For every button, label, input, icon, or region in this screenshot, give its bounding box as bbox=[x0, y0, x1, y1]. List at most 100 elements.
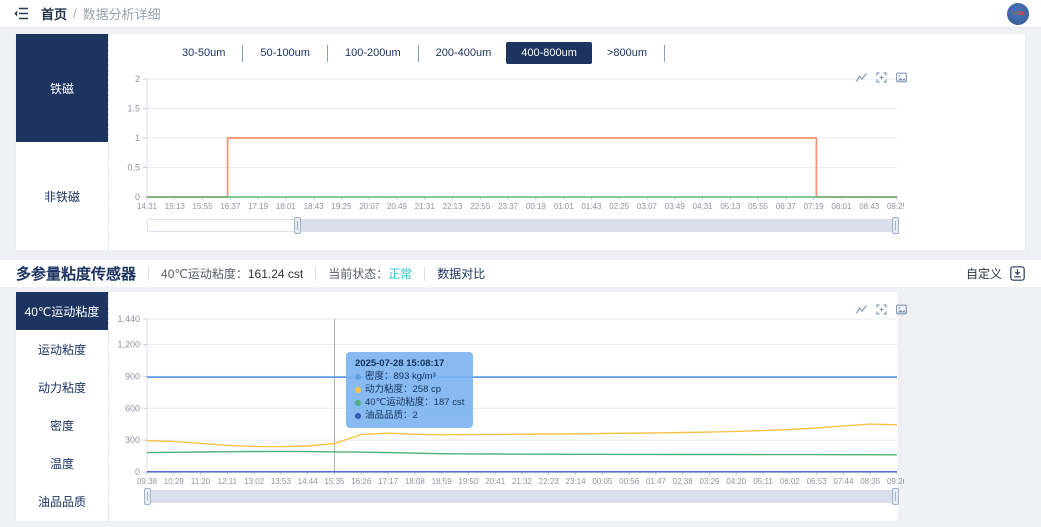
svg-text:01:43: 01:43 bbox=[581, 202, 602, 211]
y-axis-labels: 0 0.5 1 1.5 2 bbox=[127, 74, 147, 202]
svg-text:08:35: 08:35 bbox=[860, 477, 881, 486]
datazoom-slider[interactable] bbox=[147, 217, 899, 234]
datazoom-window[interactable] bbox=[297, 220, 896, 231]
datazoom-handle-left[interactable] bbox=[144, 488, 151, 505]
metric-value: 161.24 cst bbox=[247, 267, 304, 281]
metric-item-temperature[interactable]: 温度 bbox=[16, 445, 108, 483]
svg-text:19:25: 19:25 bbox=[331, 202, 352, 211]
svg-text:03:49: 03:49 bbox=[665, 202, 686, 211]
line-chart-icon[interactable] bbox=[855, 302, 867, 320]
metric-item-density[interactable]: 密度 bbox=[16, 407, 108, 445]
svg-text:1.5: 1.5 bbox=[127, 104, 140, 114]
divider bbox=[315, 266, 317, 281]
status-label: 当前状态： bbox=[328, 267, 389, 281]
svg-text:01:01: 01:01 bbox=[554, 202, 575, 211]
svg-text:01:47: 01:47 bbox=[646, 477, 667, 486]
datazoom-handle-left[interactable] bbox=[293, 217, 301, 234]
breadcrumb-current: 数据分析详细 bbox=[82, 7, 161, 22]
viscosity-header: 多参量粘度传感器 40℃运动粘度：161.24 cst 当前状态：正常 数据对比… bbox=[0, 260, 1041, 288]
particle-panel: 铁磁 非铁磁 30-50um 50-100um 100-200um 200-400um 4… bbox=[15, 33, 1026, 251]
status-badge: 正常 bbox=[388, 267, 413, 281]
svg-text:1,200: 1,200 bbox=[117, 340, 140, 350]
svg-text:15:13: 15:13 bbox=[165, 202, 186, 211]
svg-text:03:29: 03:29 bbox=[699, 477, 720, 486]
svg-text:06:02: 06:02 bbox=[780, 477, 801, 486]
panel-title: 多参量粘度传感器 bbox=[16, 266, 137, 283]
svg-text:17:19: 17:19 bbox=[248, 202, 269, 211]
metric-item-kinematic-viscosity[interactable]: 运动粘度 bbox=[16, 330, 108, 368]
svg-text:22:23: 22:23 bbox=[539, 477, 560, 486]
menu-fold-icon[interactable] bbox=[14, 7, 29, 20]
svg-text:0.5: 0.5 bbox=[127, 163, 140, 173]
data-compare-link[interactable]: 数据对比 bbox=[437, 265, 485, 282]
svg-text:00:56: 00:56 bbox=[619, 477, 640, 486]
metric-label: 40℃运动粘度： bbox=[161, 267, 248, 281]
tab-400-800um[interactable]: 400-800um bbox=[506, 42, 592, 64]
svg-text:20:07: 20:07 bbox=[359, 202, 380, 211]
svg-text:18:59: 18:59 bbox=[432, 477, 453, 486]
tab-30-50um[interactable]: 30-50um bbox=[167, 42, 240, 64]
tab-200-400um[interactable]: 200-400um bbox=[421, 42, 507, 64]
svg-text:16:37: 16:37 bbox=[220, 202, 241, 211]
save-image-icon[interactable] bbox=[896, 302, 907, 320]
box-select-icon[interactable] bbox=[876, 302, 887, 320]
viscosity-chart-svg: 0 300 600 900 1,200 1,440 09:38 10:29 11:20 12:11… bbox=[117, 314, 904, 486]
svg-text:05:55: 05:55 bbox=[748, 202, 769, 211]
svg-text:06:37: 06:37 bbox=[776, 202, 797, 211]
breadcrumb: 首页 / 数据分析详细 bbox=[41, 4, 161, 23]
svg-text:06:53: 06:53 bbox=[807, 477, 828, 486]
datazoom-slider[interactable] bbox=[144, 488, 899, 505]
datazoom-window[interactable] bbox=[148, 491, 896, 502]
particle-type-ferromagnetic[interactable]: 铁磁 bbox=[16, 34, 108, 142]
x-axis-labels: 09:38 10:29 11:20 12:11 13:02 13:53 14:44 15:35… bbox=[137, 472, 904, 486]
line-chart-icon[interactable] bbox=[855, 70, 867, 88]
breadcrumb-separator: / bbox=[73, 6, 77, 21]
metric-item-oil-quality[interactable]: 油品品质 bbox=[16, 483, 108, 521]
viscosity-metric-sidebar: 40℃运动粘度 运动粘度 动力粘度 密度 温度 油品品质 bbox=[16, 292, 109, 521]
svg-text:05:13: 05:13 bbox=[720, 202, 741, 211]
svg-text:19:50: 19:50 bbox=[458, 477, 479, 486]
svg-text:00:05: 00:05 bbox=[592, 477, 613, 486]
svg-text:07:19: 07:19 bbox=[804, 202, 825, 211]
divider bbox=[148, 266, 150, 281]
svg-text:16:26: 16:26 bbox=[351, 477, 372, 486]
chart-toolbox bbox=[855, 70, 907, 88]
svg-text:09:25: 09:25 bbox=[887, 202, 904, 211]
particle-type-non-ferromagnetic[interactable]: 非铁磁 bbox=[16, 142, 108, 250]
svg-text:21:32: 21:32 bbox=[512, 477, 533, 486]
tab-gt-800um[interactable]: >800um bbox=[592, 42, 662, 64]
tab-100-200um[interactable]: 100-200um bbox=[330, 42, 416, 64]
svg-text:05:11: 05:11 bbox=[753, 477, 773, 486]
svg-text:07:44: 07:44 bbox=[833, 477, 854, 486]
svg-text:23:14: 23:14 bbox=[566, 477, 587, 486]
svg-text:10:29: 10:29 bbox=[164, 477, 185, 486]
svg-text:15:55: 15:55 bbox=[193, 202, 214, 211]
avatar[interactable]: intec bbox=[1007, 3, 1029, 25]
svg-text:03:07: 03:07 bbox=[637, 202, 658, 211]
svg-text:13:53: 13:53 bbox=[271, 477, 292, 486]
box-select-icon[interactable] bbox=[876, 70, 887, 88]
tab-separator bbox=[417, 44, 419, 62]
x-axis-labels: 14:31 15:13 15:55 16:37 17:19 18:01 18:43 19:25… bbox=[137, 197, 904, 211]
custom-button[interactable]: 自定义 bbox=[966, 265, 1002, 282]
viscosity-metric: 40℃运动粘度：161.24 cst bbox=[161, 265, 303, 282]
svg-text:04:31: 04:31 bbox=[693, 202, 714, 211]
export-icon[interactable] bbox=[1010, 266, 1025, 281]
particle-type-sidebar: 铁磁 非铁磁 bbox=[16, 34, 109, 250]
save-image-icon[interactable] bbox=[896, 70, 907, 88]
tab-separator bbox=[664, 44, 665, 62]
svg-text:08:01: 08:01 bbox=[831, 202, 852, 211]
viscosity-chart-area: 0 300 600 900 1,200 1,440 09:38 10:29 11:20 12:11… bbox=[109, 292, 907, 521]
datazoom-handle-right[interactable] bbox=[892, 217, 899, 234]
metric-item-dynamic-viscosity[interactable]: 动力粘度 bbox=[16, 368, 108, 406]
tab-50-100um[interactable]: 50-100um bbox=[245, 42, 325, 64]
particle-chart-svg: 00.511.5214:31 15:13 15:55 16:37 17:19 18:01 1… bbox=[127, 74, 904, 211]
datazoom-handle-right[interactable] bbox=[892, 488, 899, 505]
breadcrumb-home[interactable]: 首页 bbox=[41, 4, 67, 23]
svg-text:0: 0 bbox=[135, 192, 140, 202]
svg-text:02:38: 02:38 bbox=[673, 477, 694, 486]
metric-item-kinematic-viscosity-40c[interactable]: 40℃运动粘度 bbox=[16, 292, 108, 331]
svg-text:22:13: 22:13 bbox=[443, 202, 464, 211]
chart-toolbox bbox=[855, 302, 907, 320]
particle-chart-area: 30-50um 50-100um 100-200um 200-400um 400-800… bbox=[109, 34, 1025, 250]
